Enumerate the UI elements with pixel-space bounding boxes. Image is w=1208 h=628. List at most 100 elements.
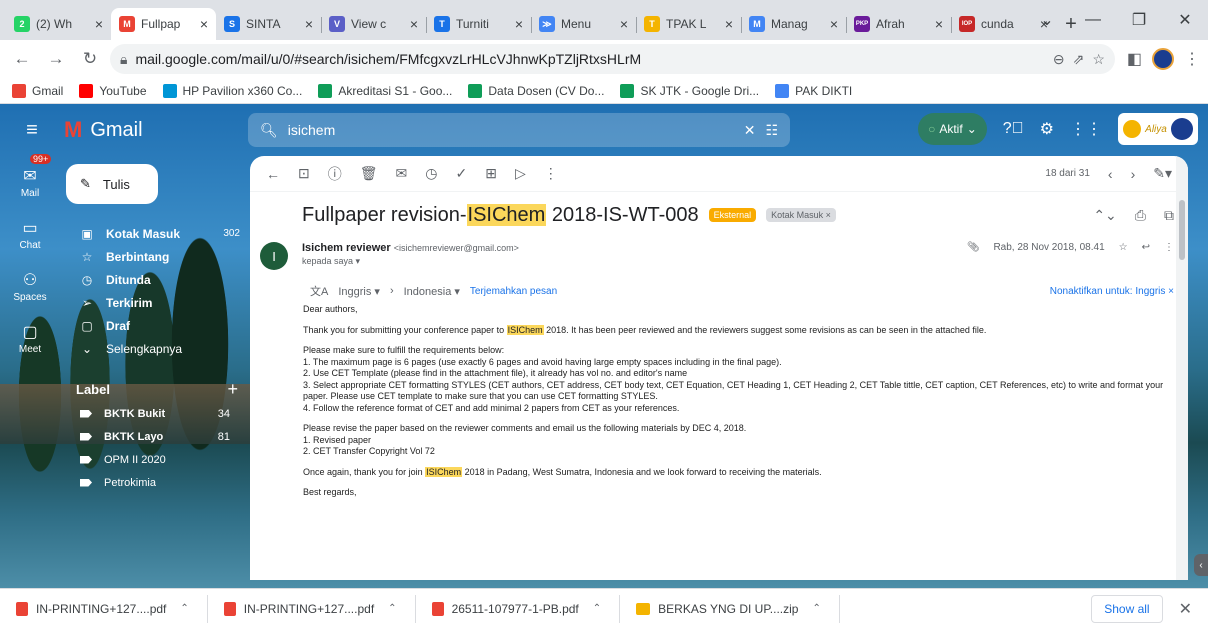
snooze-icon[interactable]: ◷ [425, 165, 437, 182]
rail-meet[interactable]: ▢ Meet [0, 312, 60, 364]
chevron-up-icon[interactable]: ⌃ [180, 603, 188, 614]
bookmark-item[interactable]: HP Pavilion x360 Co... [162, 83, 302, 98]
older-chevron-icon[interactable]: › [1131, 166, 1136, 182]
rail-chat[interactable]: ▭ Chat [0, 208, 60, 260]
open-new-window-icon[interactable]: ⧉ [1164, 207, 1174, 224]
message-more-icon[interactable]: ⋮ [1164, 242, 1174, 253]
browser-tab[interactable]: 2 (2) Wh × [6, 8, 111, 40]
side-panel-icon[interactable]: ◧ [1127, 49, 1142, 69]
rail-mail[interactable]: 99+ ✉ Mail [0, 154, 60, 208]
browser-tab[interactable]: S SINTA × [216, 8, 321, 40]
sender-name[interactable]: Isichem reviewer [302, 242, 391, 254]
forward-button[interactable]: → [42, 45, 70, 73]
scrollbar-thumb[interactable] [1179, 200, 1185, 260]
download-item[interactable]: 26511-107977-1-PB.pdf ⌃ [431, 594, 621, 623]
chevron-up-icon[interactable]: ⌃ [593, 603, 601, 614]
main-menu-icon[interactable]: ≡ [0, 119, 64, 142]
mark-unread-icon[interactable]: ✉ [396, 165, 408, 182]
tab-search-icon[interactable]: ⌄ [1024, 10, 1070, 30]
star-icon[interactable]: ☆ [1119, 242, 1128, 253]
minimize-button[interactable]: — [1070, 11, 1116, 29]
move-to-icon[interactable]: ⊞ [485, 165, 497, 182]
gmail-logo[interactable]: M Gmail [64, 117, 248, 143]
close-tab-icon[interactable]: × [515, 16, 523, 32]
profile-avatar[interactable] [1152, 48, 1174, 70]
browser-tab[interactable]: PKP Afrah × [846, 8, 951, 40]
chevron-up-icon[interactable]: ⌃ [812, 603, 820, 614]
nav-folder-item[interactable]: ➢ Terkirim [60, 291, 250, 314]
nav-label-item[interactable]: OPM II 2020 [60, 448, 250, 471]
download-item[interactable]: IN-PRINTING+127....pdf ⌃ [16, 594, 208, 623]
nav-folder-item[interactable]: ▣ Kotak Masuk 302 [60, 222, 250, 245]
back-button[interactable]: ← [8, 45, 36, 73]
close-tab-icon[interactable]: × [830, 16, 838, 32]
browser-tab[interactable]: T TPAK L × [636, 8, 741, 40]
close-tab-icon[interactable]: × [620, 16, 628, 32]
rail-spaces[interactable]: ⚇ Spaces [0, 260, 60, 312]
close-tab-icon[interactable]: × [725, 16, 733, 32]
delete-icon[interactable]: 🗑︎ [360, 165, 378, 182]
close-tab-icon[interactable]: × [410, 16, 418, 32]
browser-menu-icon[interactable]: ⋮ [1184, 49, 1200, 69]
bookmark-item[interactable]: Data Dosen (CV Do... [468, 83, 604, 98]
close-downloads-icon[interactable]: ✕ [1179, 599, 1192, 619]
share-icon[interactable]: ⇗ [1073, 51, 1085, 68]
sender-avatar[interactable]: I [260, 242, 288, 270]
input-tools-icon[interactable]: ✎▾ [1153, 165, 1172, 182]
inbox-label-chip[interactable]: Kotak Masuk × [766, 208, 836, 222]
label-icon[interactable]: ▷ [515, 165, 526, 182]
bookmark-item[interactable]: Akreditasi S1 - Goo... [318, 83, 452, 98]
apps-grid-icon[interactable]: ⋮⋮ [1070, 119, 1102, 139]
close-tab-icon[interactable]: × [305, 16, 313, 32]
close-tab-icon[interactable]: × [95, 16, 103, 32]
source-language-select[interactable]: Inggris ▾ [338, 285, 380, 298]
zoom-icon[interactable]: ⊖ [1053, 51, 1065, 68]
search-input[interactable]: isichem [288, 122, 734, 138]
newer-chevron-icon[interactable]: ‹ [1108, 166, 1113, 182]
mail-search-bar[interactable]: 🔍︎ isichem ✕ ☷ [248, 113, 790, 147]
more-options-icon[interactable]: ⋮ [544, 165, 558, 182]
bookmark-item[interactable]: SK JTK - Google Dri... [620, 83, 759, 98]
download-item[interactable]: BERKAS YNG DI UP....zip ⌃ [636, 594, 840, 623]
nav-label-item[interactable]: BKTK Layo 81 [60, 425, 250, 448]
side-panel-toggle[interactable]: ‹ [1194, 554, 1208, 576]
browser-tab[interactable]: M Fullpap × [111, 8, 216, 40]
nav-folder-item[interactable]: ◷ Ditunda [60, 268, 250, 291]
chevron-up-icon[interactable]: ⌃ [388, 603, 396, 614]
compose-button[interactable]: ✎ Tulis [66, 164, 158, 204]
browser-tab[interactable]: V View c × [321, 8, 426, 40]
browser-tab[interactable]: ≫ Menu × [531, 8, 636, 40]
collapse-icon[interactable]: ⌃⌄ [1093, 207, 1116, 224]
download-item[interactable]: IN-PRINTING+127....pdf ⌃ [223, 594, 416, 623]
restore-button[interactable]: ❐ [1116, 10, 1162, 30]
nav-folder-item[interactable]: ⌄ Selengkapnya [60, 337, 250, 360]
reply-icon[interactable]: ↩ [1142, 242, 1150, 253]
back-arrow-icon[interactable]: ← [266, 166, 280, 182]
bookmark-star-icon[interactable]: ☆ [1092, 51, 1105, 68]
reload-button[interactable]: ↻ [76, 45, 104, 73]
message-scrollbar[interactable] [1176, 156, 1188, 580]
bookmark-item[interactable]: YouTube [79, 83, 147, 98]
nav-folder-item[interactable]: ▢ Draf [60, 314, 250, 337]
search-options-icon[interactable]: ☷ [765, 122, 778, 139]
browser-tab[interactable]: T Turniti × [426, 8, 531, 40]
close-tab-icon[interactable]: × [200, 16, 208, 32]
help-icon[interactable]: ?⃝ [1003, 120, 1024, 138]
print-icon[interactable]: ⎙ [1135, 207, 1146, 224]
archive-icon[interactable]: ⊡ [298, 165, 310, 182]
nav-label-item[interactable]: BKTK Bukit 34 [60, 402, 250, 425]
show-all-downloads-button[interactable]: Show all [1091, 594, 1163, 623]
translate-message-link[interactable]: Terjemahkan pesan [470, 286, 557, 297]
add-label-button[interactable]: + [227, 379, 238, 400]
clear-search-icon[interactable]: ✕ [744, 122, 756, 139]
report-spam-icon[interactable]: ⓘ [328, 164, 342, 184]
search-icon[interactable]: 🔍︎ [260, 122, 278, 139]
browser-tab[interactable]: M Manag × [741, 8, 846, 40]
address-bar[interactable]: 🔒︎ mail.google.com/mail/u/0/#search/isic… [110, 44, 1115, 74]
close-window-button[interactable]: ✕ [1162, 10, 1208, 30]
add-task-icon[interactable]: ✓ [455, 165, 467, 182]
bookmark-item[interactable]: Gmail [12, 83, 63, 98]
close-tab-icon[interactable]: × [935, 16, 943, 32]
settings-gear-icon[interactable]: ⚙ [1040, 119, 1054, 139]
nav-folder-item[interactable]: ☆ Berbintang [60, 245, 250, 268]
